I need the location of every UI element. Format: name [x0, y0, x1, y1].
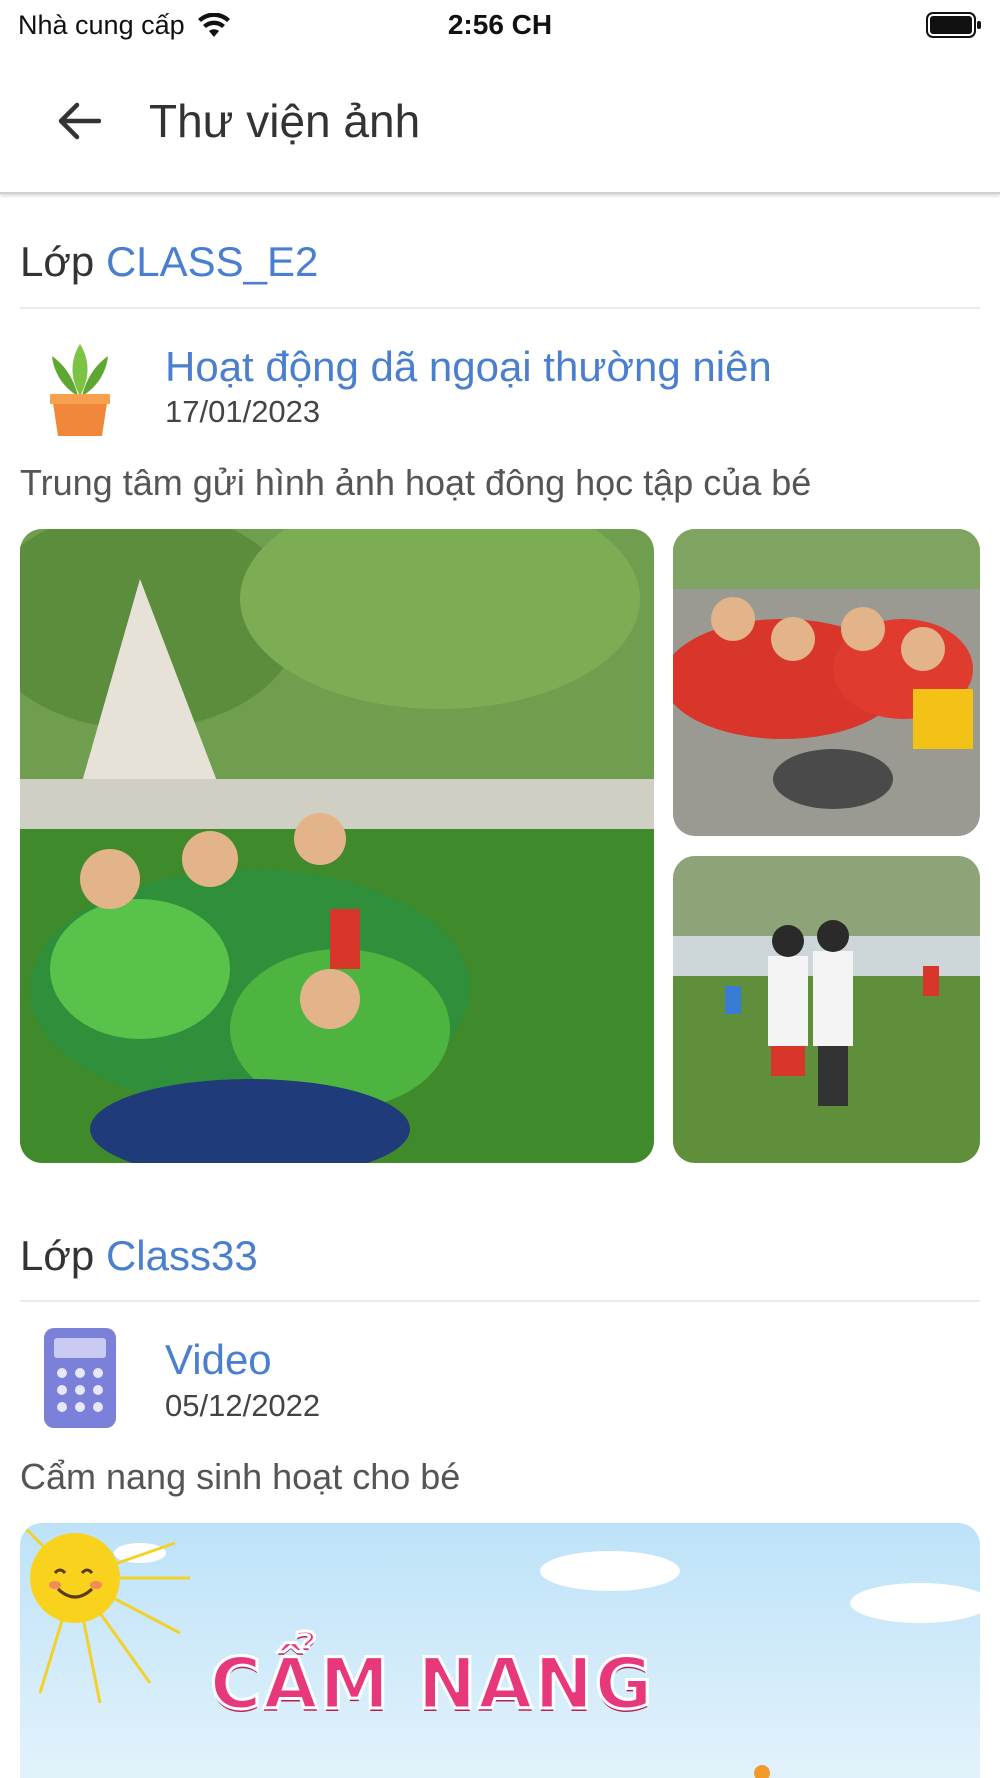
photo-large[interactable]	[20, 529, 654, 1163]
photo-image	[20, 529, 654, 1163]
class-name[interactable]: CLASS_E2	[106, 238, 318, 285]
section-header-class33: Lớp Class33	[20, 1232, 980, 1280]
photo-image	[673, 856, 980, 1163]
section-prefix: Lớp	[20, 238, 95, 285]
photo-image	[673, 529, 980, 836]
post-title[interactable]: Video	[165, 1336, 272, 1384]
divider	[20, 307, 980, 309]
app-bar: Thư viện ảnh	[0, 52, 1000, 194]
banner-title: CẨM NANG	[208, 1642, 655, 1727]
back-button[interactable]	[48, 90, 110, 152]
post-description: Cẩm nang sinh hoạt cho bé	[20, 1456, 461, 1497]
calculator-icon	[44, 1328, 116, 1428]
battery-icon	[926, 12, 981, 38]
potted-plant-icon	[50, 344, 110, 436]
photo-bottom-right[interactable]	[673, 856, 980, 1163]
section-header-class-e2: Lớp CLASS_E2	[20, 238, 980, 286]
video-thumbnail[interactable]: CẨM NANG	[20, 1523, 980, 1778]
status-bar: Nhà cung cấp 2:56 CH	[0, 0, 1000, 52]
section-prefix: Lớp	[20, 1232, 95, 1279]
post-title[interactable]: Hoạt động dã ngoại thường niên	[165, 343, 772, 391]
post-date: 05/12/2022	[165, 1388, 321, 1423]
divider	[20, 1300, 980, 1302]
post-description: Trung tâm gửi hình ảnh hoạt đông học tập…	[20, 462, 812, 503]
class-name[interactable]: Class33	[106, 1232, 258, 1279]
status-time: 2:56 CH	[447, 9, 553, 40]
page-title: Thư viện ảnh	[149, 95, 421, 147]
photo-top-right[interactable]	[673, 529, 980, 836]
arrow-left-icon	[58, 102, 101, 140]
post-date: 17/01/2023	[165, 394, 321, 429]
